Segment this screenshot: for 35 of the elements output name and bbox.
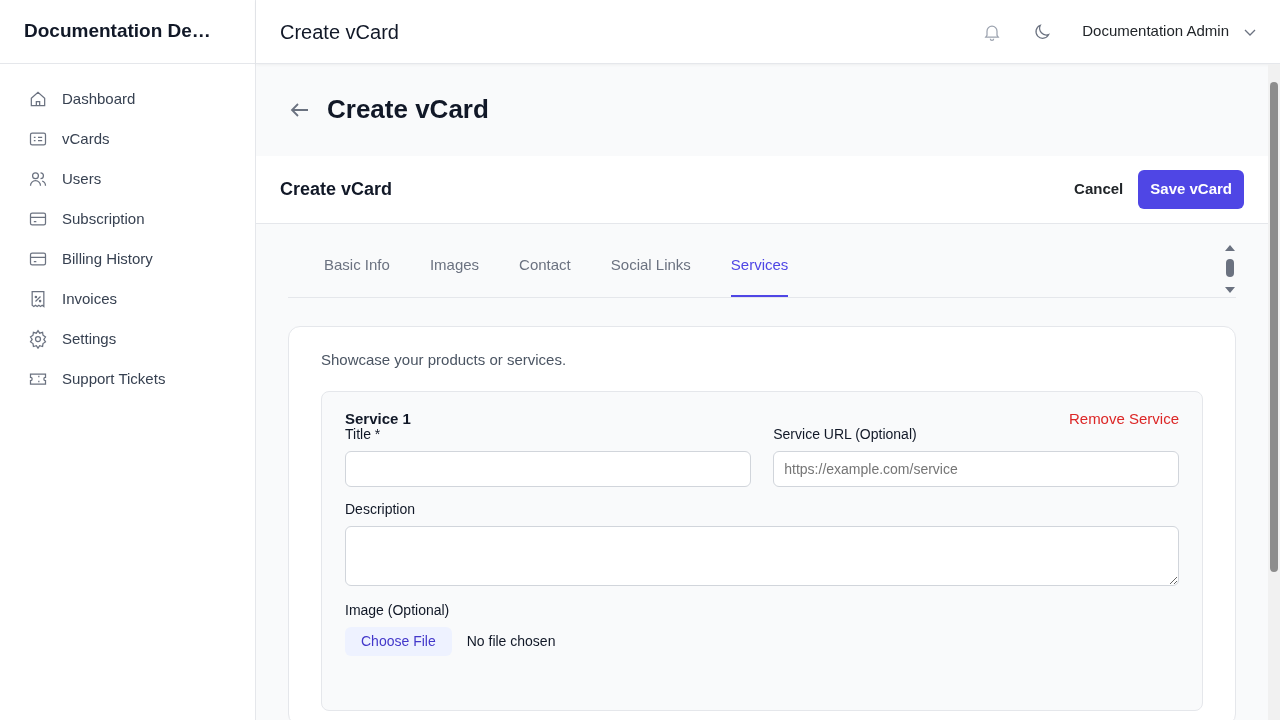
field-label: Image (Optional) <box>345 600 451 620</box>
input-field[interactable] <box>345 450 751 487</box>
card-title: Create vCard <box>280 178 393 201</box>
users-icon <box>28 169 48 189</box>
sidebar-item[interactable]: Subscription <box>0 199 255 239</box>
sidebar-item[interactable]: Settings <box>0 319 255 359</box>
tab[interactable]: Services <box>730 244 789 297</box>
scrollbar[interactable] <box>1268 64 1280 720</box>
scroll-arrows-icon[interactable] <box>1224 244 1236 293</box>
page-title: Create vCard <box>327 94 489 126</box>
home-icon <box>28 89 48 109</box>
field-label: Description <box>345 499 417 519</box>
settings-icon <box>28 329 48 349</box>
file-status: No file chosen <box>466 631 556 651</box>
header-title: Create vCard <box>280 19 399 45</box>
user-menu[interactable]: Documentation Admin <box>1082 20 1256 43</box>
tab[interactable]: Contact <box>519 244 571 297</box>
description-field[interactable] <box>345 525 1179 586</box>
field-label: Service URL (Optional) <box>773 424 918 444</box>
sidebar-item[interactable]: vCards <box>0 119 255 159</box>
save-button[interactable]: Save vCard <box>1138 170 1244 209</box>
intro-text: Showcase your products or services. <box>321 349 568 370</box>
sidebar-item[interactable]: Billing History <box>0 239 255 279</box>
sidebar-item[interactable]: Users <box>0 159 255 199</box>
tab[interactable]: Social Links <box>610 244 691 297</box>
remove-service-link[interactable]: Remove Service <box>1068 408 1179 431</box>
cancel-button[interactable]: Cancel <box>1074 178 1124 201</box>
sidebar-item[interactable]: Support Tickets <box>0 359 255 399</box>
sidebar-item[interactable]: Invoices <box>0 279 255 319</box>
sidebar-item[interactable]: Dashboard <box>0 79 255 119</box>
brand-title: Documentation De… <box>0 0 255 64</box>
tab[interactable]: Images <box>429 244 480 297</box>
choose-file-button[interactable]: Choose File <box>345 626 452 656</box>
input-field[interactable]: https://example.com/service <box>773 450 1179 487</box>
tab[interactable]: Basic Info <box>324 244 390 297</box>
